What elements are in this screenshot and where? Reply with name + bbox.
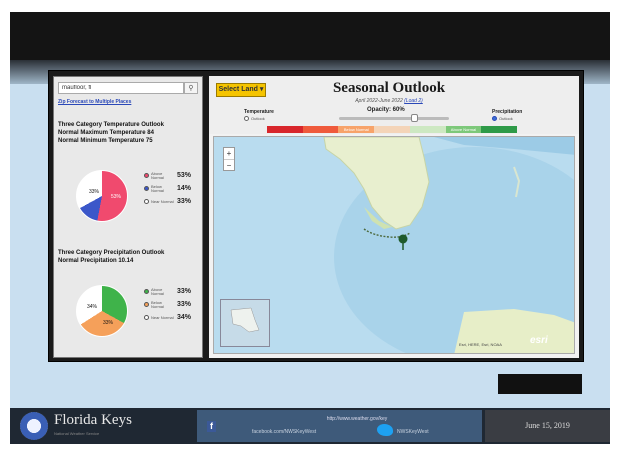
precipitation-legend-percent: 33% [177,301,192,308]
temp-above-slice-label: 53% [111,194,122,200]
seasonal-outlook-app: ⚲ Zip Forecast to Multiple Places Three … [48,70,584,362]
temperature-legend-percent: 53% [177,172,192,179]
normal-max-temperature: Normal Maximum Temperature 84 [58,130,154,136]
precipitation-legend: Above Normal 33% Below Normal 33% Near Norma… [144,285,202,324]
temperature-legend-swatch [144,173,149,178]
normal-min-temperature: Normal Minimum Temperature 75 [58,138,153,144]
color-bar-segment [267,126,303,133]
footer-subtitle: National Weather Service [54,431,100,436]
date-range-text: April 2022-June 2022 [355,98,403,104]
esri-logo: esri [530,335,548,346]
search-icon: ⚲ [188,85,194,92]
temperature-legend-percent: 33% [177,198,192,205]
facebook-icon[interactable]: f [207,421,216,432]
outlook-color-legend: Below Normal Above Normal [267,126,518,133]
presentation-slide: ⚲ Zip Forecast to Multiple Places Three … [10,12,610,444]
select-land-button[interactable]: Select Land ▾ [216,83,266,97]
precipitation-legend-row: Below Normal 33% [144,298,202,311]
radio-icon [244,116,249,121]
search-button[interactable]: ⚲ [184,82,198,94]
opacity-slider-handle[interactable] [411,114,418,122]
temperature-outlook-title: Three Category Temperature Outlook [58,122,164,128]
color-bar-segment: Above Normal [445,126,482,133]
map-zoom-control: + − [223,147,235,171]
temperature-legend-swatch [144,186,149,191]
temperature-radio-label: Outlook [251,116,265,121]
zoom-out-button[interactable]: − [224,160,234,171]
color-bar-segment [302,126,339,133]
precipitation-pie-chart [76,285,128,337]
alaska-shape [230,307,260,333]
search-bar: ⚲ [58,82,198,94]
precipitation-legend-swatch [144,289,149,294]
temperature-legend-label: Near Normal [151,198,174,204]
precipitation-legend-swatch [144,302,149,307]
outlook-map[interactable]: + − Esri, HERE, Esri, NOAA esri [213,136,575,354]
precipitation-legend-label: Above Normal [151,286,164,296]
temperature-legend-row: Below Normal 14% [144,182,202,195]
footer-title: Florida Keys [54,412,132,428]
nws-logo-icon [20,412,48,440]
facebook-link[interactable]: facebook.com/NWSKeyWest [252,429,316,435]
outlook-header: Select Land ▾ Seasonal Outlook April 202… [209,76,579,134]
temperature-legend: Above Normal 53% Below Normal 14% Near Norma… [144,169,202,208]
opacity-slider[interactable] [339,114,449,122]
precipitation-legend-row: Above Normal 33% [144,285,202,298]
temperature-legend-label: Below Normal [151,183,164,193]
precipitation-outlook-radio[interactable]: Outlook [492,116,513,121]
normal-precipitation: Normal Precipitation 10.14 [58,258,134,264]
footer-links: f http://www.weather.gov/key facebook.co… [197,410,482,442]
temperature-legend-percent: 14% [177,185,192,192]
precipitation-outlook-title: Three Category Precipitation Outlook [58,250,165,256]
radio-icon [492,116,497,121]
outlook-map-panel: Select Land ▾ Seasonal Outlook April 202… [209,76,579,358]
zoom-in-button[interactable]: + [224,148,234,160]
location-info-panel: ⚲ Zip Forecast to Multiple Places Three … [53,76,203,358]
temperature-legend-swatch [144,199,149,204]
slide-footer: Florida Keys National Weather Service f … [10,408,610,444]
prec-near-slice-label: 34% [87,304,98,310]
color-bar-segment [374,126,410,133]
color-bar-segment: Below Normal [338,126,375,133]
precipitation-radio-label: Outlook [499,116,513,121]
color-bar-segment [481,126,518,133]
alaska-inset-map[interactable] [220,299,270,347]
opacity-label: Opacity: 60% [367,107,405,113]
temperature-outlook-radio[interactable]: Outlook [244,116,265,121]
prec-below-slice-label: 33% [103,320,114,326]
precipitation-legend-percent: 33% [177,288,192,295]
precipitation-layer-label: Precipitation [492,109,523,115]
temp-near-slice-label: 33% [89,189,100,195]
outlook-date-range: April 2022-June 2022 (Load 2) [304,98,474,104]
map-attribution: Esri, HERE, Esri, NOAA [459,342,502,347]
zoom-link[interactable]: Zip Forecast to Multiple Places [58,99,198,105]
precipitation-legend-label: Below Normal [151,299,164,309]
precipitation-legend-row: Near Normal 34% [144,311,202,324]
temperature-layer-label: Temperature [244,109,274,115]
temperature-legend-row: Above Normal 53% [144,169,202,182]
page-title: Seasonal Outlook [332,80,446,96]
precipitation-legend-label: Near Normal [151,314,174,320]
slide-top-band [10,12,610,84]
date-range-link[interactable]: (Load 2) [404,98,423,104]
precipitation-legend-swatch [144,315,149,320]
website-link[interactable]: http://www.weather.gov/key [257,416,457,422]
redaction-block [498,374,582,394]
twitter-icon[interactable] [377,424,393,436]
temperature-legend-label: Above Normal [151,170,164,180]
location-search-input[interactable] [58,82,184,94]
precipitation-legend-percent: 34% [177,314,192,321]
twitter-link[interactable]: NWSKeyWest [397,429,429,435]
temperature-legend-row: Near Normal 33% [144,195,202,208]
location-marker-icon[interactable] [398,234,408,244]
color-bar-segment [409,126,446,133]
footer-date: June 15, 2019 [485,410,610,442]
